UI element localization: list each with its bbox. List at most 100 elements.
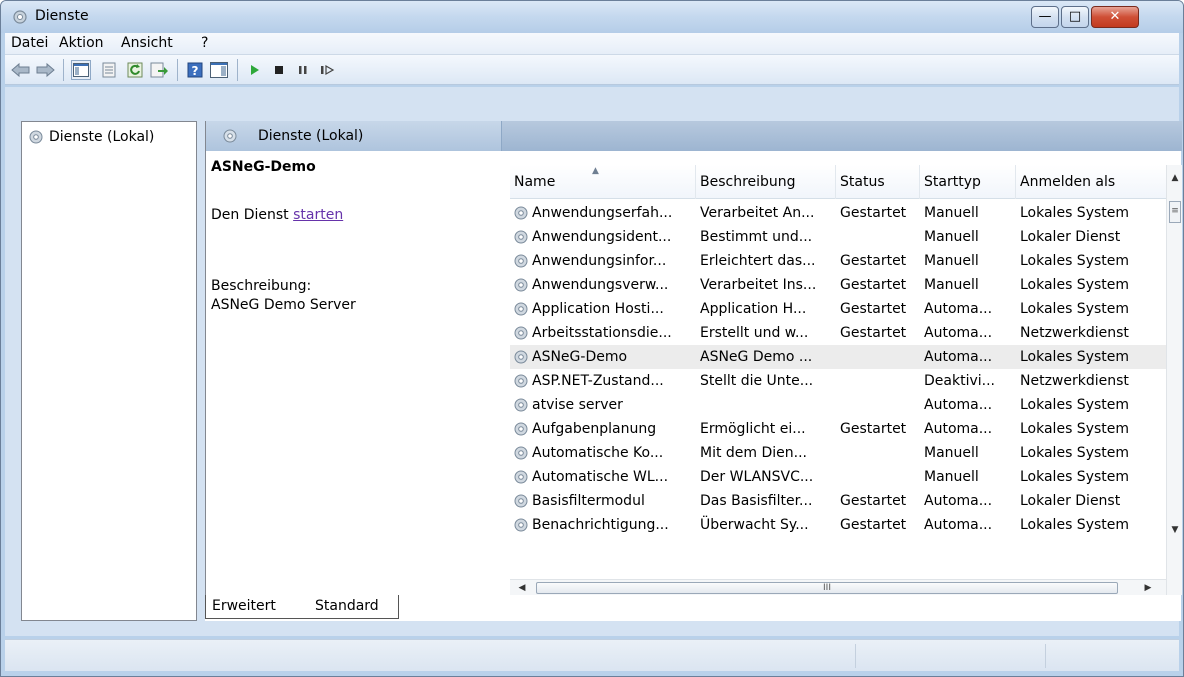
cell-description: Mit dem Dien... bbox=[700, 445, 808, 461]
cell-name: Automatische WL... bbox=[532, 469, 669, 485]
service-row[interactable]: Application Hosti... Application H... Gest… bbox=[510, 297, 1166, 321]
service-row[interactable]: Automatische WL... Der WLANSVC... Manuell L… bbox=[510, 465, 1166, 489]
cell-starttype: Automa... bbox=[924, 517, 993, 533]
cell-description: Verarbeitet An... bbox=[700, 205, 815, 221]
cell-logon: Lokaler Dienst bbox=[1020, 229, 1121, 245]
back-button[interactable] bbox=[11, 60, 31, 80]
service-row[interactable]: Arbeitsstationsdie... Erstellt und w... Ge… bbox=[510, 321, 1166, 345]
cell-starttype: Manuell bbox=[924, 229, 979, 245]
cell-description: Erstellt und w... bbox=[700, 325, 809, 341]
pause-service-button[interactable] bbox=[293, 60, 313, 80]
cell-name: Aufgabenplanung bbox=[532, 421, 657, 437]
horizontal-scrollbar[interactable]: ◀ III ▶ bbox=[510, 579, 1166, 595]
stop-service-button[interactable] bbox=[269, 60, 289, 80]
scroll-left-icon[interactable]: ◀ bbox=[514, 580, 530, 596]
column-header-status[interactable]: Status bbox=[836, 165, 920, 199]
cell-starttype: Manuell bbox=[924, 445, 979, 461]
scroll-thumb[interactable]: III bbox=[536, 582, 1118, 594]
maximize-icon: □ bbox=[1068, 9, 1082, 24]
scroll-thumb[interactable]: ≡ bbox=[1169, 201, 1181, 223]
properties-icon bbox=[102, 62, 116, 78]
services-list: ▲ Name Beschreibung Status Starttyp Anme… bbox=[510, 165, 1182, 595]
tab-erweitert[interactable]: Erweitert bbox=[205, 595, 309, 619]
pane-tab-services[interactable]: Dienste (Lokal) bbox=[206, 121, 502, 151]
restart-service-icon bbox=[321, 64, 335, 76]
cell-starttype: Automa... bbox=[924, 349, 993, 365]
column-label: Beschreibung bbox=[700, 174, 796, 190]
minimize-icon: — bbox=[1038, 9, 1052, 24]
console-tree: Dienste (Lokal) bbox=[21, 121, 197, 621]
services-window: Dienste — □ ✕ Datei Aktion Ansicht ? ? D… bbox=[0, 0, 1184, 677]
scroll-up-icon[interactable]: ▲ bbox=[1167, 173, 1183, 183]
column-header-logon[interactable]: Anmelden als bbox=[1016, 165, 1166, 199]
toolbar-separator bbox=[237, 59, 238, 81]
service-action: Den Dienst starten bbox=[211, 207, 343, 223]
action-pane-button[interactable] bbox=[209, 60, 229, 80]
menu-help[interactable]: ? bbox=[201, 35, 208, 51]
cell-name: Anwendungsident... bbox=[532, 229, 672, 245]
forward-icon bbox=[36, 62, 55, 78]
service-row[interactable]: Anwendungsinfor... Erleichtert das... Gest… bbox=[510, 249, 1166, 273]
refresh-button[interactable] bbox=[125, 60, 145, 80]
console-tree-button[interactable] bbox=[71, 60, 91, 80]
cell-status bbox=[840, 369, 920, 393]
scroll-down-icon[interactable]: ▼ bbox=[1167, 525, 1183, 535]
cell-description bbox=[700, 393, 836, 417]
column-label: Anmelden als bbox=[1020, 174, 1116, 190]
service-row[interactable]: Anwendungsident... Bestimmt und... Manuell… bbox=[510, 225, 1166, 249]
title-bar[interactable]: Dienste — □ ✕ bbox=[1, 1, 1183, 33]
detail-panel: ASNeG-Demo Den Dienst starten Beschreibu… bbox=[206, 151, 506, 595]
window-title: Dienste bbox=[35, 8, 89, 24]
service-row[interactable]: Benachrichtigung... Überwacht Sy... Gestar… bbox=[510, 513, 1166, 537]
cell-name: Arbeitsstationsdie... bbox=[532, 325, 672, 341]
cell-description: Überwacht Sy... bbox=[700, 517, 809, 533]
service-row[interactable]: Anwendungsverw... Verarbeitet Ins... Gesta… bbox=[510, 273, 1166, 297]
scroll-right-icon[interactable]: ▶ bbox=[1140, 580, 1156, 596]
cell-status: Gestartet bbox=[840, 301, 907, 317]
service-row[interactable]: Anwendungserfah... Verarbeitet An... Gesta… bbox=[510, 201, 1166, 225]
cell-starttype: Manuell bbox=[924, 253, 979, 269]
column-header-name[interactable]: ▲ Name bbox=[510, 165, 696, 199]
cell-logon: Lokaler Dienst bbox=[1020, 493, 1121, 509]
menu-ansicht[interactable]: Ansicht bbox=[121, 35, 173, 51]
cell-name: ASP.NET-Zustand... bbox=[532, 373, 664, 389]
service-row[interactable]: atvise server Automa... Lokales System bbox=[510, 393, 1166, 417]
forward-button[interactable] bbox=[35, 60, 55, 80]
cell-starttype: Manuell bbox=[924, 469, 979, 485]
cell-starttype: Deaktivi... bbox=[924, 373, 995, 389]
cell-name: Application Hosti... bbox=[532, 301, 664, 317]
column-header-description[interactable]: Beschreibung bbox=[696, 165, 836, 199]
start-service-button[interactable] bbox=[245, 60, 265, 80]
maximize-button[interactable]: □ bbox=[1061, 6, 1089, 28]
column-header-starttype[interactable]: Starttyp bbox=[920, 165, 1016, 199]
minimize-button[interactable]: — bbox=[1031, 6, 1059, 28]
cell-status: Gestartet bbox=[840, 517, 907, 533]
start-service-link[interactable]: starten bbox=[293, 207, 343, 223]
service-row[interactable]: Basisfiltermodul Das Basisfilter... Gestar… bbox=[510, 489, 1166, 513]
cell-logon: Lokales System bbox=[1020, 397, 1130, 413]
sort-ascending-icon: ▲ bbox=[592, 166, 599, 176]
menu-aktion[interactable]: Aktion bbox=[59, 35, 104, 51]
service-row[interactable]: ASP.NET-Zustand... Stellt die Unte... Deak… bbox=[510, 369, 1166, 393]
column-label: Starttyp bbox=[924, 174, 981, 190]
service-row[interactable]: Automatische Ko... Mit dem Dien... Manuell… bbox=[510, 441, 1166, 465]
cell-description: Das Basisfilter... bbox=[700, 493, 813, 509]
column-headers: ▲ Name Beschreibung Status Starttyp Anme… bbox=[510, 165, 1166, 199]
restart-service-button[interactable] bbox=[317, 60, 337, 80]
pane-tab-label: Dienste (Lokal) bbox=[258, 128, 364, 144]
content-area: Dienste (Lokal) Dienste (Lokal) ASNeG-De… bbox=[5, 87, 1182, 636]
export-list-button[interactable] bbox=[149, 60, 169, 80]
status-separator bbox=[1045, 644, 1046, 668]
menu-datei[interactable]: Datei bbox=[11, 35, 48, 51]
tab-standard[interactable]: Standard bbox=[309, 595, 399, 619]
properties-button[interactable] bbox=[99, 60, 119, 80]
vertical-scrollbar[interactable]: ▲ ≡ ▼ bbox=[1166, 165, 1182, 595]
close-button[interactable]: ✕ bbox=[1091, 6, 1139, 28]
cell-status: Gestartet bbox=[840, 421, 907, 437]
service-row[interactable]: Aufgabenplanung Ermöglicht ei... Gestartet… bbox=[510, 417, 1166, 441]
help-button[interactable]: ? bbox=[185, 60, 205, 80]
service-row[interactable]: ASNeG-Demo ASNeG Demo ... Automa... Lokales… bbox=[510, 345, 1166, 369]
cell-status bbox=[840, 225, 920, 249]
tree-item-services-local[interactable]: Dienste (Lokal) bbox=[28, 129, 154, 145]
services-gear-icon bbox=[223, 129, 237, 143]
